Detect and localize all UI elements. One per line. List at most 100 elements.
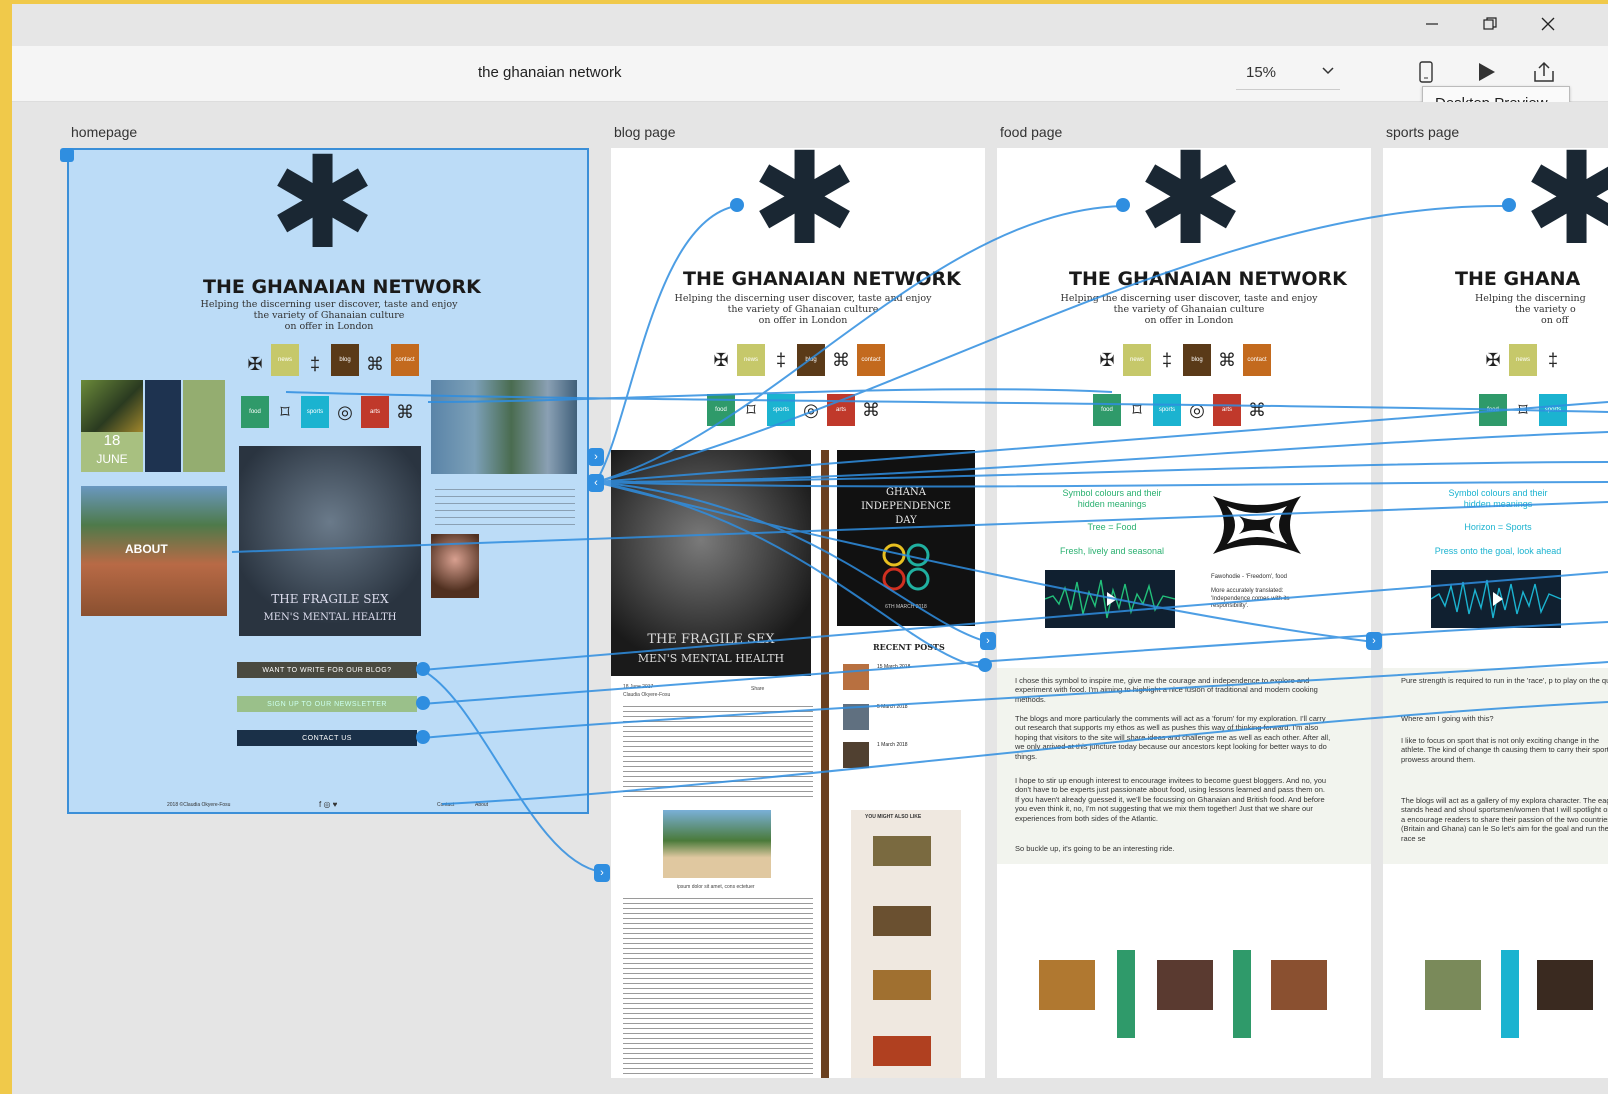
chevron-right-icon[interactable]: › — [594, 864, 610, 882]
link-target-handle[interactable] — [1502, 198, 1516, 212]
artboard-label-blog[interactable]: blog page — [614, 124, 676, 140]
food-intro-section: I chose this symbol to inspire me, give … — [997, 668, 1371, 864]
recent-post-thumb[interactable] — [843, 742, 869, 768]
nav-tile-blog[interactable]: blog — [797, 344, 825, 376]
link-target-handle[interactable] — [1116, 198, 1130, 212]
nav-tile-food[interactable]: food — [707, 394, 735, 426]
nav-tile-sports[interactable]: sports — [301, 396, 329, 428]
artboard-homepage[interactable]: ✱ THE GHANAIAN NETWORK Helping the disce… — [67, 148, 589, 814]
mobile-device-icon[interactable] — [1412, 58, 1440, 86]
chevron-right-icon[interactable]: › — [980, 632, 996, 650]
column-divider — [821, 450, 829, 1078]
nav-tile-news[interactable]: news — [271, 344, 299, 376]
feature-article-image[interactable]: THE FRAGILE SEX MEN'S MENTAL HEALTH — [239, 446, 421, 636]
nav-tile-news[interactable]: news — [737, 344, 765, 376]
link-target-handle[interactable] — [978, 658, 992, 672]
link-source-handle[interactable] — [416, 730, 430, 744]
food-post-thumb[interactable] — [1157, 960, 1213, 1010]
independence-day-poster[interactable]: GHANA INDEPENDENCE DAY 6TH MARCH 2018 — [837, 450, 975, 626]
recent-post-date[interactable]: 1 March 2018 — [877, 742, 908, 748]
social-icons[interactable]: f ◎ ♥ — [319, 800, 337, 809]
footer-about-link[interactable]: About — [475, 802, 488, 808]
nav-tile-food[interactable]: food — [1093, 394, 1121, 426]
food-post-thumb[interactable] — [1271, 960, 1327, 1010]
recent-post-date[interactable]: 5 March 2018 — [877, 704, 908, 710]
suggested-post-image[interactable] — [873, 836, 931, 866]
nav-tile-contact[interactable]: contact — [391, 344, 419, 376]
app-window: the ghanaian network 15% Desktop Preview… — [12, 4, 1608, 1094]
artboard-handle[interactable] — [60, 148, 74, 162]
event-info-panel — [145, 380, 181, 472]
site-tagline: Helping the discerning the variety o on … — [1475, 293, 1595, 327]
intro-paragraph: Pure strength is required to run in the … — [1401, 676, 1608, 685]
nav-tile-food[interactable]: food — [241, 396, 269, 428]
close-icon[interactable] — [1528, 10, 1568, 38]
play-icon[interactable] — [1472, 58, 1500, 86]
nav-tile-contact[interactable]: contact — [857, 344, 885, 376]
zoom-value: 15% — [1246, 64, 1277, 81]
adinkra-symbol-icon: ⌑ — [746, 399, 756, 420]
sports-post-thumb[interactable] — [1537, 960, 1593, 1010]
link-source-handle[interactable] — [416, 696, 430, 710]
share-icon[interactable] — [1530, 58, 1558, 86]
about-image[interactable]: ABOUT — [81, 486, 227, 616]
nav-tile-sports[interactable]: sports — [767, 394, 795, 426]
suggested-post-image[interactable] — [873, 906, 931, 936]
recent-post-thumb[interactable] — [843, 704, 869, 730]
recent-posts-heading: RECENT POSTS — [873, 642, 945, 652]
nav-tile-arts[interactable]: arts — [1213, 394, 1241, 426]
contact-us-button[interactable]: CONTACT US — [237, 730, 417, 746]
artboard-label-homepage[interactable]: homepage — [71, 124, 137, 140]
nav-tile-news[interactable]: news — [1509, 344, 1537, 376]
suggested-post-image[interactable] — [873, 1036, 931, 1066]
recent-post-thumb[interactable] — [843, 664, 869, 690]
adinkra-symbol-icon: ⌘ — [366, 353, 384, 374]
nav-tile-sports[interactable]: sports — [1153, 394, 1181, 426]
nav-tile-blog[interactable]: blog — [331, 344, 359, 376]
adinkra-symbol-icon: ✠ — [1485, 349, 1501, 370]
write-for-blog-button[interactable]: WANT TO WRITE FOR OUR BLOG? — [237, 662, 417, 678]
intro-paragraph: I hope to stir up enough interest to enc… — [1015, 776, 1327, 823]
sports-post-thumb[interactable] — [1425, 960, 1481, 1010]
audio-player[interactable] — [1045, 570, 1175, 628]
restore-icon[interactable] — [1470, 10, 1510, 38]
adinkra-symbol-icon: ⌑ — [1518, 399, 1528, 420]
feature-article-image[interactable]: THE FRAGILE SEX MEN'S MENTAL HEALTH — [611, 450, 811, 676]
audio-player[interactable] — [1431, 570, 1561, 628]
nav-tile-contact[interactable]: contact — [1243, 344, 1271, 376]
chevron-left-icon[interactable]: ‹ — [588, 474, 604, 492]
link-target-handle[interactable] — [730, 198, 744, 212]
minimize-icon[interactable] — [1412, 10, 1452, 38]
tagline-line: on offer in London — [284, 320, 374, 332]
food-post-thumb[interactable] — [1039, 960, 1095, 1010]
author-portrait — [431, 534, 479, 598]
zoom-dropdown[interactable]: 15% — [1236, 56, 1340, 90]
heading-line: hidden meanings — [1463, 499, 1533, 510]
nav-tile-sports[interactable]: sports — [1539, 394, 1567, 426]
artboard-label-sports[interactable]: sports page — [1386, 124, 1459, 140]
artboard-blog[interactable]: ✱ THE GHANAIAN NETWORK Helping the disce… — [611, 148, 985, 1078]
nav-tile-food[interactable]: food — [1479, 394, 1507, 426]
symbol-meaning-heading: Symbol colours and their hidden meanings — [1431, 488, 1565, 511]
recent-post-date[interactable]: 15 March 2018 — [877, 664, 910, 670]
artboard-food[interactable]: ✱ THE GHANAIAN NETWORK Helping the disce… — [997, 148, 1371, 1078]
photo-gallery-grid[interactable] — [431, 380, 577, 474]
artboard-sports[interactable]: ✱ THE GHANA Helping the discerning the v… — [1383, 148, 1608, 1078]
link-source-handle[interactable] — [416, 662, 430, 676]
footer-contact-link[interactable]: Contact — [437, 802, 454, 808]
chevron-right-icon[interactable]: › — [588, 448, 604, 466]
suggested-post-image[interactable] — [873, 970, 931, 1000]
design-canvas[interactable]: homepage blog page food page sports page… — [12, 102, 1608, 1094]
nav-tile-arts[interactable]: arts — [827, 394, 855, 426]
share-label[interactable]: Share — [751, 686, 764, 692]
chevron-right-icon[interactable]: › — [1366, 632, 1382, 650]
nav-tile-blog[interactable]: blog — [1183, 344, 1211, 376]
newsletter-button[interactable]: SIGN UP TO OUR NEWSLETTER — [237, 696, 417, 712]
adinkra-symbol-icon: ‡ — [1161, 349, 1172, 370]
artboard-label-food[interactable]: food page — [1000, 124, 1062, 140]
nav-tile-news[interactable]: news — [1123, 344, 1151, 376]
toolbar: the ghanaian network 15% — [12, 46, 1608, 102]
poster-line: DAY — [895, 515, 917, 526]
rings-graphic — [882, 543, 930, 591]
nav-tile-arts[interactable]: arts — [361, 396, 389, 428]
